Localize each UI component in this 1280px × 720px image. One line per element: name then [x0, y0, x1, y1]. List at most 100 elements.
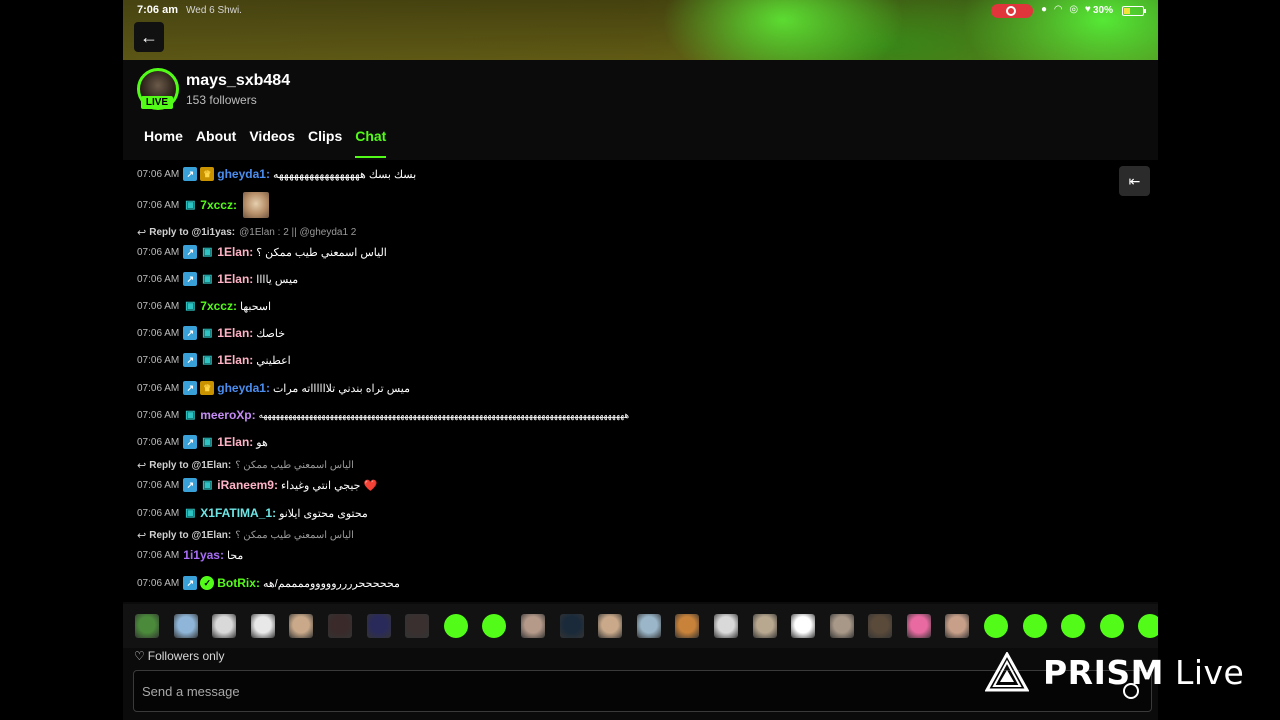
emote-thumbnail-icon[interactable] [405, 614, 430, 638]
reply-text: @1Elan : 2 || @gheyda1 2 [239, 226, 357, 238]
emote-thumbnail-icon[interactable] [289, 614, 314, 638]
tab-clips[interactable]: Clips [308, 128, 342, 158]
watermark-brand: PRISM [1043, 652, 1164, 692]
tab-videos[interactable]: Videos [249, 128, 295, 158]
emote-thumbnail-icon[interactable] [520, 614, 545, 638]
chat-message: 07:06 AM ▣ 7xccz: اسحبها [137, 296, 271, 316]
message-username[interactable]: gheyda1 [217, 167, 266, 181]
crown-badge-icon: ♛ [200, 381, 215, 395]
username-colon: : [249, 272, 254, 286]
message-username[interactable]: 1Elan [217, 435, 249, 449]
username-colon: : [249, 435, 254, 449]
tab-about[interactable]: About [196, 128, 236, 158]
emote-thumbnail-icon[interactable] [173, 614, 198, 638]
emote-thumbnail-icon[interactable] [559, 614, 584, 638]
emote-thumbnail-icon[interactable] [945, 614, 970, 638]
emote-thumbnail-icon[interactable] [212, 614, 237, 638]
message-username[interactable]: X1FATIMA_1 [200, 506, 272, 520]
message-username[interactable]: BotRix [217, 576, 256, 590]
message-username[interactable]: 1Elan [217, 245, 249, 259]
message-username[interactable]: 1Elan [217, 353, 249, 367]
emote-thumbnail-icon[interactable] [791, 614, 816, 638]
chat-message: 07:06 AM ↗ ✓ BotRix: محححححررررووووومممم… [137, 573, 400, 593]
reply-context[interactable]: ↩ Reply to @1Elan: الياس اسمعني طيب ممكن… [137, 528, 354, 542]
message-username[interactable]: 1Elan [217, 272, 249, 286]
og-badge-icon: ▣ [185, 300, 196, 312]
message-username[interactable]: iRaneem9 [217, 478, 274, 492]
channel-name[interactable]: mays_sxb484 [186, 72, 290, 90]
username-colon: : [272, 506, 277, 520]
emote-thumbnail-icon[interactable] [636, 614, 661, 638]
message-username[interactable]: 1Elan [217, 326, 249, 340]
chat-message: 07:06 AM ↗ ▣ iRaneem9: جيجي انتي وغيداء … [137, 475, 377, 495]
emote-thumbnail-icon[interactable] [1099, 614, 1124, 638]
chat-message: 07:06 AM ↗ ▣ 1Elan: الياس اسمعني طيب ممك… [137, 242, 387, 262]
emote-thumbnail-icon[interactable] [482, 614, 507, 638]
collapse-icon: ⇤ [1128, 172, 1141, 189]
emote-thumbnail-icon[interactable] [135, 614, 159, 638]
emote-thumbnail-icon[interactable] [327, 614, 352, 638]
tab-home[interactable]: Home [144, 128, 183, 158]
chat-message: 07:06 AM ↗ ▣ 1Elan: خاصك [137, 323, 285, 343]
channel-tabs: Home About Videos Clips Chat [144, 128, 399, 158]
og-badge-icon: ▣ [202, 479, 213, 491]
message-time: 07:06 AM [137, 354, 180, 366]
emote-thumbnail-icon[interactable] [984, 614, 1009, 638]
username-colon: : [251, 408, 256, 422]
reply-context[interactable]: ↩ Reply to @1i1yas: @1Elan : 2 || @gheyd… [137, 225, 356, 239]
emote-thumbnail-icon[interactable] [1022, 614, 1047, 638]
emote-thumbnail-icon[interactable] [366, 614, 391, 638]
dog-emote-icon [242, 192, 269, 218]
sub-badge-icon: ↗ [183, 381, 198, 395]
emote-thumbnail-icon[interactable] [752, 614, 777, 638]
live-badge: LIVE [141, 96, 173, 109]
emote-thumbnail-icon[interactable] [675, 614, 700, 638]
message-text: خاصك [256, 327, 286, 340]
verified-badge-icon: ✓ [200, 576, 215, 590]
message-text: محححححرررروووووممممم/هه [262, 577, 400, 590]
emote-thumbnail-icon[interactable] [868, 614, 893, 638]
message-username[interactable]: 1i1yas [183, 548, 220, 562]
username-colon: : [219, 548, 224, 562]
emote-thumbnail-icon[interactable] [250, 614, 275, 638]
username-colon: : [249, 353, 254, 367]
emote-thumbnail-icon[interactable] [598, 614, 623, 638]
reply-context[interactable]: ↩ Reply to @1Elan: الياس اسمعني طيب ممكن… [137, 458, 354, 472]
message-username[interactable]: gheyda1 [217, 381, 266, 395]
battery-percent: 30% [1093, 5, 1114, 16]
message-text: جيجي انتي وغيداء ❤️ [280, 479, 378, 492]
emote-picker-strip [123, 604, 1158, 648]
chat-panel: ⇤ 07:06 AM ↗ ♛ gheyda1: بسك بسك هههههههه… [123, 160, 1158, 602]
emote-thumbnail-icon[interactable] [829, 614, 854, 638]
collapse-chat-button[interactable]: ⇤ [1119, 166, 1150, 196]
message-time: 07:06 AM [137, 409, 180, 421]
message-username[interactable]: 7xccz [200, 198, 233, 212]
message-username[interactable]: 7xccz [200, 299, 233, 313]
og-badge-icon: ▣ [202, 273, 213, 285]
message-time: 07:06 AM [137, 549, 180, 561]
message-time: 07:06 AM [137, 436, 180, 448]
emote-thumbnail-icon[interactable] [906, 614, 931, 638]
chat-message: 07:06 AM ↗ ▣ 1Elan: اعطيني [137, 350, 291, 370]
message-time: 07:06 AM [137, 577, 180, 589]
message-time: 07:06 AM [137, 300, 180, 312]
sub-badge-icon: ↗ [183, 167, 198, 181]
chat-message: 07:06 AM ▣ X1FATIMA_1: محتوى محتوى ايلان… [137, 503, 368, 523]
emote-thumbnail-icon[interactable] [1138, 614, 1158, 638]
emote-thumbnail-icon[interactable] [443, 614, 468, 638]
emote-thumbnail-icon[interactable] [713, 614, 738, 638]
message-time: 07:06 AM [137, 327, 180, 339]
sub-badge-icon: ↗ [183, 478, 198, 492]
reply-arrow-icon: ↩ [137, 459, 147, 472]
reply-arrow-icon: ↩ [137, 226, 147, 239]
followers-only-notice: ♡ Followers only [134, 649, 224, 663]
username-colon: : [273, 478, 278, 492]
chat-message: 07:06 AM ↗ ▣ 1Elan: هو [137, 432, 268, 452]
arrow-left-icon: ← [140, 26, 158, 47]
message-username[interactable]: meeroXp [200, 408, 251, 422]
username-colon: : [265, 167, 270, 181]
emote-thumbnail-icon[interactable] [1061, 614, 1086, 638]
back-button[interactable]: ← [134, 22, 164, 52]
tab-chat[interactable]: Chat [355, 128, 387, 158]
sub-badge-icon: ↗ [183, 353, 198, 367]
